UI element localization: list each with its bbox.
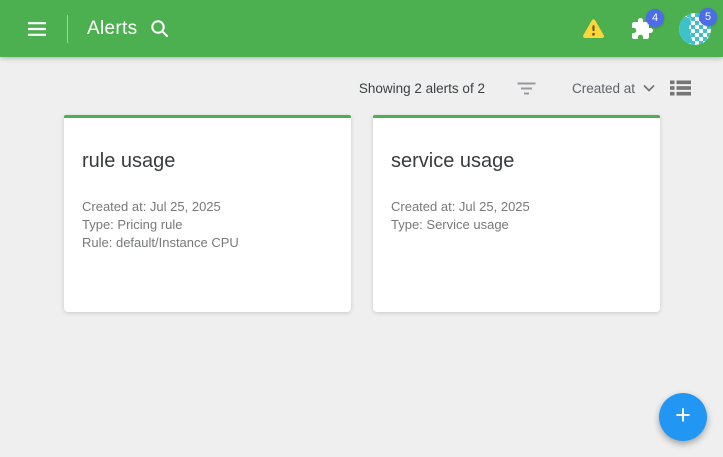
alerts-grid: rule usage Created at: Jul 25, 2025 Type… (64, 115, 660, 312)
sort-dropdown-label: Created at (572, 81, 635, 96)
hamburger-icon (28, 22, 46, 36)
filter-button[interactable] (517, 82, 536, 95)
page-title: Alerts (87, 18, 137, 40)
list-view-toggle[interactable] (670, 80, 691, 96)
extensions-button-wrap: 4 (630, 17, 654, 41)
chevron-down-icon (643, 84, 655, 92)
list-view-icon (670, 80, 691, 96)
sort-dropdown[interactable]: Created at (572, 81, 655, 96)
alert-title: service usage (391, 150, 642, 173)
alert-type: Type: Service usage (391, 216, 642, 234)
filter-icon (517, 82, 536, 95)
alert-type: Type: Pricing rule (82, 216, 333, 234)
plus-icon: + (675, 402, 691, 429)
appbar-actions: 4 (582, 13, 711, 45)
add-alert-fab[interactable]: + (659, 393, 707, 441)
alert-created-at: Created at: Jul 25, 2025 (82, 198, 333, 216)
alert-details: Created at: Jul 25, 2025 Type: Pricing r… (82, 198, 333, 252)
showing-count-text: Showing 2 alerts of 2 (359, 81, 485, 96)
app-bar: Alerts (0, 0, 723, 57)
menu-button[interactable] (28, 22, 46, 36)
warnings-button[interactable] (582, 18, 605, 39)
alerts-toolbar: Showing 2 alerts of 2 Created at (0, 57, 723, 105)
alert-rule: Rule: default/Instance CPU (82, 234, 333, 252)
extensions-badge: 4 (646, 9, 664, 27)
alerts-page: Alerts (0, 0, 723, 457)
search-button[interactable] (150, 19, 169, 38)
alert-created-at: Created at: Jul 25, 2025 (391, 198, 642, 216)
avatar-wrap: 5 (679, 13, 711, 45)
appbar-divider (67, 15, 68, 43)
alert-title: rule usage (82, 150, 333, 173)
avatar-badge: 5 (699, 8, 717, 26)
alert-details: Created at: Jul 25, 2025 Type: Service u… (391, 198, 642, 234)
warning-triangle-icon (582, 18, 605, 39)
alert-card-rule-usage[interactable]: rule usage Created at: Jul 25, 2025 Type… (64, 115, 351, 312)
alert-card-service-usage[interactable]: service usage Created at: Jul 25, 2025 T… (373, 115, 660, 312)
search-icon (150, 19, 169, 38)
